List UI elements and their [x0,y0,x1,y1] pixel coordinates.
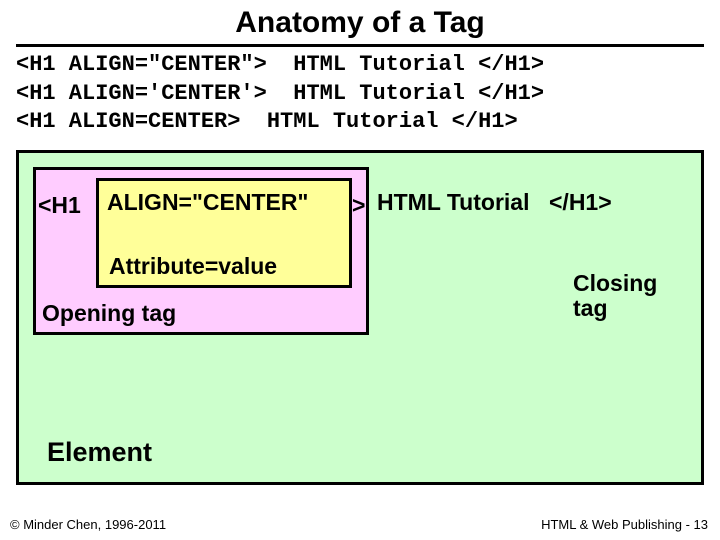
attribute-value-text: ALIGN="CENTER" [107,189,308,216]
closing-label-line2: tag [573,296,657,321]
closing-label-line1: Closing [573,271,657,296]
attribute-value-box: ALIGN="CENTER" Attribute=value [96,178,352,288]
footer-copyright: © Minder Chen, 1996-2011 [10,517,166,532]
code-line-3: <H1 ALIGN=CENTER> HTML Tutorial </H1> [16,109,518,134]
footer-page-info: HTML & Web Publishing - 13 [541,517,708,532]
closing-tag-label: Closing tag [573,271,657,322]
code-line-1: <H1 ALIGN="CENTER"> HTML Tutorial </H1> [16,52,544,77]
opening-tag-box: <H1 ALIGN="CENTER" Attribute=value > Ope… [33,167,369,335]
element-box: <H1 ALIGN="CENTER" Attribute=value > Ope… [16,150,704,485]
title-rule [16,44,704,47]
code-examples: <H1 ALIGN="CENTER"> HTML Tutorial </H1> … [0,51,720,143]
code-line-2: <H1 ALIGN='CENTER'> HTML Tutorial </H1> [16,81,544,106]
tag-content-text: HTML Tutorial [377,189,529,216]
closing-tag-text: </H1> [549,189,612,216]
slide-title: Anatomy of a Tag [0,0,720,40]
element-label: Element [47,437,152,468]
opening-tag-label: Opening tag [42,300,176,327]
opening-tag-end: > [352,192,365,219]
attribute-value-label: Attribute=value [109,253,277,280]
opening-tag-start: <H1 [38,192,81,219]
